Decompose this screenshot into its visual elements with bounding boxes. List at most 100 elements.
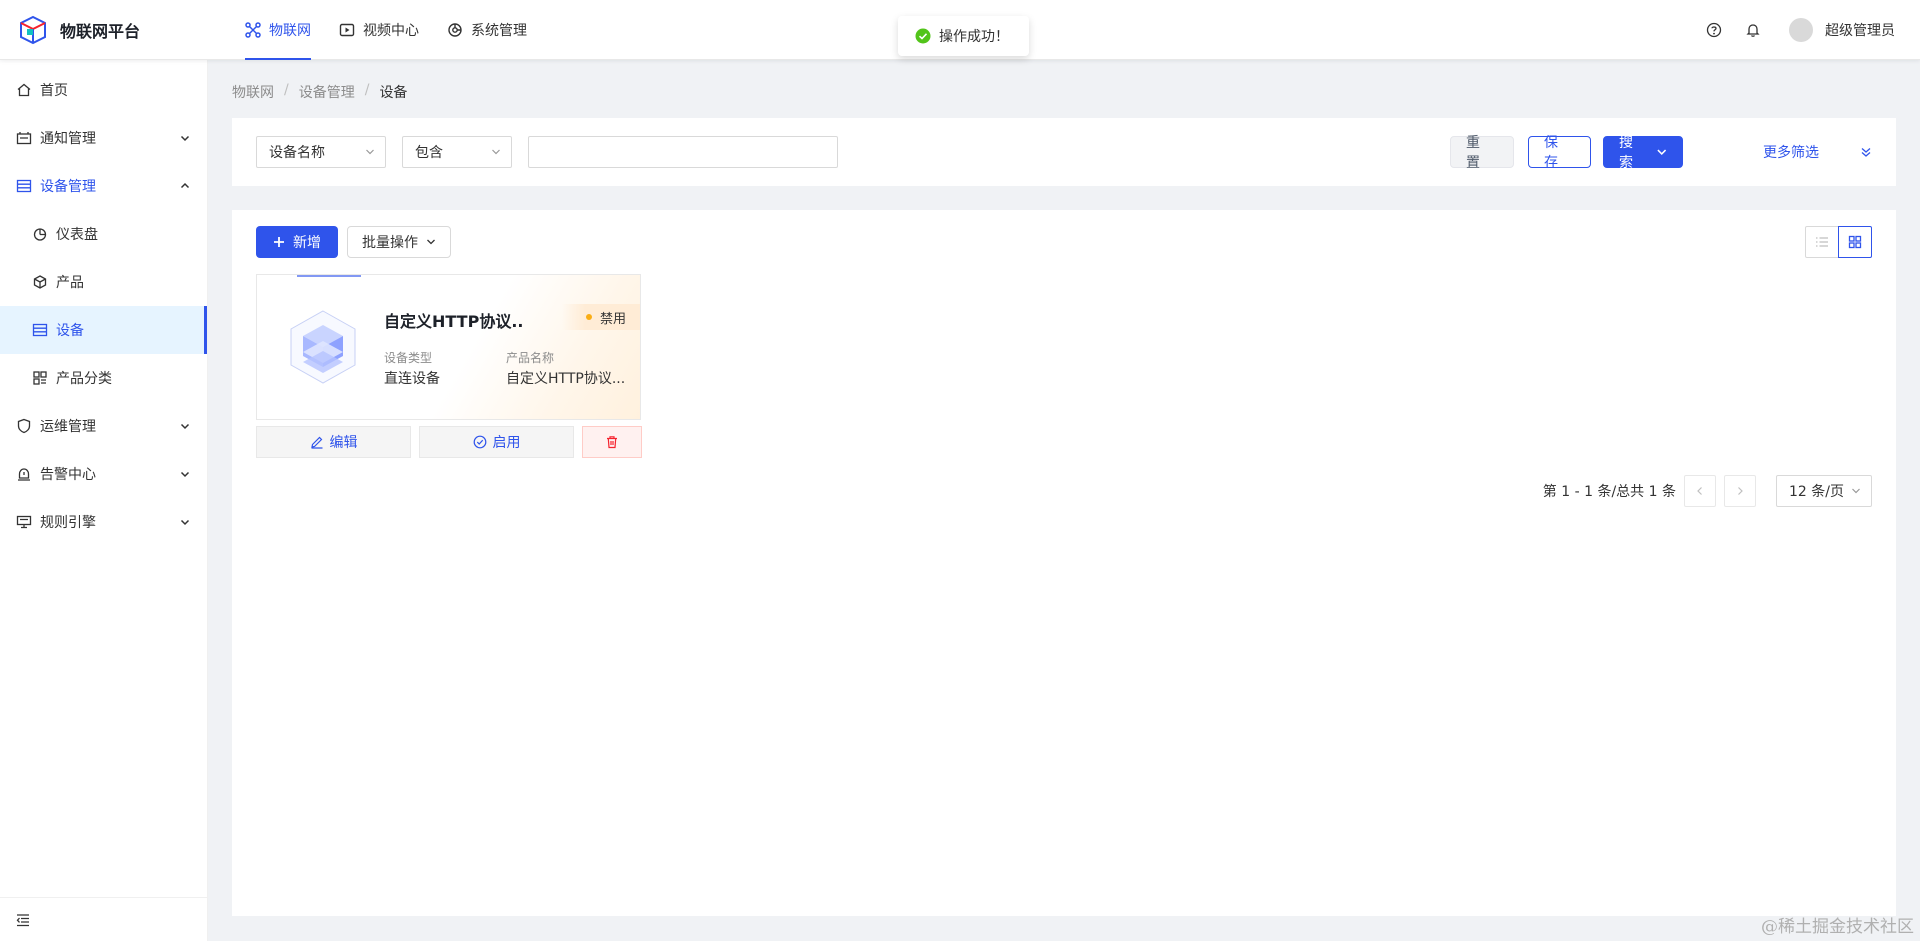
sidebar-item-label: 运维管理 <box>40 419 96 435</box>
app-title: 物联网平台 <box>60 21 141 41</box>
device-type-value: 直连设备 <box>384 371 440 387</box>
chevron-right-icon <box>1738 487 1743 495</box>
top-nav-label: 系统管理 <box>471 22 527 39</box>
sidebar-item-label: 产品分类 <box>56 371 112 387</box>
sidebar-item-product-category[interactable]: 产品分类 <box>0 354 207 402</box>
edit-button[interactable]: 编辑 <box>256 426 411 458</box>
logo[interactable]: 物联网平台 <box>0 0 208 60</box>
sidebar-item-label: 通知管理 <box>40 131 96 147</box>
next-page-button[interactable] <box>1724 475 1756 507</box>
sidebar-item-label: 仪表盘 <box>56 227 98 243</box>
sidebar-item-label: 告警中心 <box>40 467 96 483</box>
sidebar: 首页 通知管理 设备管理 仪表盘 产品 设备 产品分类 运维管理 告警中心 规则… <box>0 60 208 941</box>
product-name-label: 产品名称 <box>506 351 555 365</box>
card-accent-line <box>297 275 361 277</box>
alarm-icon <box>18 468 30 481</box>
watermark: @稀土掘金技术社区 <box>1761 917 1914 937</box>
breadcrumb-current: 设备 <box>379 85 408 101</box>
reset-button[interactable]: 重置 <box>1450 135 1514 171</box>
sidebar-item-device[interactable]: 设备 <box>0 306 207 354</box>
device-list-icon <box>16 179 32 193</box>
chevron-down-icon <box>180 471 190 478</box>
help-icon[interactable] <box>1706 22 1722 38</box>
sidebar-item-label: 产品 <box>56 275 84 291</box>
prev-page-button[interactable] <box>1684 475 1716 507</box>
device-type-label: 设备类型 <box>384 351 433 365</box>
chevron-down-icon <box>1656 149 1666 155</box>
list-icon <box>1816 237 1828 247</box>
sidebar-item-rules[interactable]: 规则引擎 <box>0 498 207 546</box>
cube-icon <box>33 275 47 289</box>
edit-label: 编辑 <box>329 435 358 451</box>
sidebar-item-notify[interactable]: 通知管理 <box>0 114 207 162</box>
operator-select-value: 包含 <box>415 145 443 161</box>
chevron-down-icon <box>492 149 500 155</box>
home-icon <box>17 83 31 97</box>
sidebar-item-alarm[interactable]: 告警中心 <box>0 450 207 498</box>
batch-operation-dropdown[interactable]: 批量操作 <box>347 226 451 258</box>
device-list-panel: 新增 批量操作 自定义HTTP协议... 禁用 设备类型 直连设备 产品名称 自… <box>232 210 1896 916</box>
operator-select[interactable]: 包含 <box>402 136 512 168</box>
sidebar-item-device-mgmt[interactable]: 设备管理 <box>0 162 207 210</box>
sidebar-item-home[interactable]: 首页 <box>0 66 207 114</box>
list-view-button[interactable] <box>1805 226 1839 258</box>
user-name[interactable]: 超级管理员 <box>1825 20 1895 40</box>
card-view-button[interactable] <box>1838 226 1872 258</box>
chevron-up-icon <box>180 182 190 189</box>
success-toast: 操作成功！ <box>898 16 1029 56</box>
filter-value-input[interactable] <box>528 136 838 168</box>
double-chevron-down-icon[interactable] <box>1859 145 1873 159</box>
delete-button[interactable] <box>582 426 642 458</box>
grid-icon <box>1848 235 1862 249</box>
breadcrumb-item[interactable]: 物联网 <box>232 82 274 102</box>
sidebar-item-product[interactable]: 产品 <box>0 258 207 306</box>
chevron-down-icon <box>180 135 190 142</box>
sidebar-item-dashboard[interactable]: 仪表盘 <box>0 210 207 258</box>
plus-icon <box>274 237 284 247</box>
chevron-down-icon <box>180 519 190 526</box>
pagination: 第 1 - 1 条/总共 1 条 12 条/页 <box>1543 475 1872 507</box>
bell-icon[interactable] <box>1745 22 1761 38</box>
top-nav: 物联网 视频中心 系统管理 <box>231 0 541 60</box>
check-circle-outline-icon <box>473 435 486 449</box>
breadcrumb: 物联网 / 设备管理 / 设备 <box>232 82 407 102</box>
breadcrumb-separator: / <box>364 82 370 98</box>
edit-pen-icon <box>310 436 322 449</box>
breadcrumb-separator: / <box>284 82 289 98</box>
status-text: 禁用 <box>600 311 627 327</box>
card-actions: 编辑 启用 <box>256 426 642 458</box>
sidebar-item-label: 设备 <box>56 323 84 339</box>
search-button-label: 搜索 <box>1619 135 1636 171</box>
device-card-title: 自定义HTTP协议... <box>384 312 524 331</box>
sidebar-collapse-toggle[interactable] <box>0 897 207 941</box>
avatar[interactable] <box>1789 17 1813 42</box>
enable-label: 启用 <box>492 435 521 451</box>
more-filter-link[interactable]: 更多筛选 <box>1763 142 1819 162</box>
pie-chart-icon <box>33 228 47 241</box>
status-badge: 禁用 <box>562 304 640 330</box>
page-size-select[interactable]: 12 条/页 <box>1776 475 1872 507</box>
trash-icon <box>607 436 617 449</box>
toast-message: 操作成功！ <box>939 29 1009 45</box>
top-right-tools: 超级管理员 <box>1683 0 1920 60</box>
field-select[interactable]: 设备名称 <box>256 136 386 168</box>
product-name-value: 自定义HTTP协议... <box>506 371 626 387</box>
sidebar-item-ops[interactable]: 运维管理 <box>0 402 207 450</box>
sidebar-item-label: 设备管理 <box>40 179 96 195</box>
chevron-down-icon <box>1852 488 1860 494</box>
menu-fold-icon <box>16 913 29 926</box>
top-nav-iot[interactable]: 物联网 <box>231 0 325 60</box>
chevron-down-icon <box>180 423 190 430</box>
top-nav-video[interactable]: 视频中心 <box>325 0 433 60</box>
top-nav-system[interactable]: 系统管理 <box>433 0 541 60</box>
breadcrumb-item[interactable]: 设备管理 <box>299 82 355 102</box>
enable-button[interactable]: 启用 <box>419 426 574 458</box>
add-button[interactable]: 新增 <box>256 226 338 258</box>
save-button[interactable]: 保存 <box>1528 135 1591 171</box>
top-nav-label: 视频中心 <box>363 22 419 39</box>
search-button[interactable]: 搜索 <box>1603 135 1683 171</box>
chevron-left-icon <box>1697 487 1702 495</box>
logo-cube-icon <box>20 15 46 44</box>
page-size-value: 12 条/页 <box>1789 484 1844 500</box>
device-card[interactable]: 自定义HTTP协议... 禁用 设备类型 直连设备 产品名称 自定义HTTP协议… <box>256 274 641 420</box>
